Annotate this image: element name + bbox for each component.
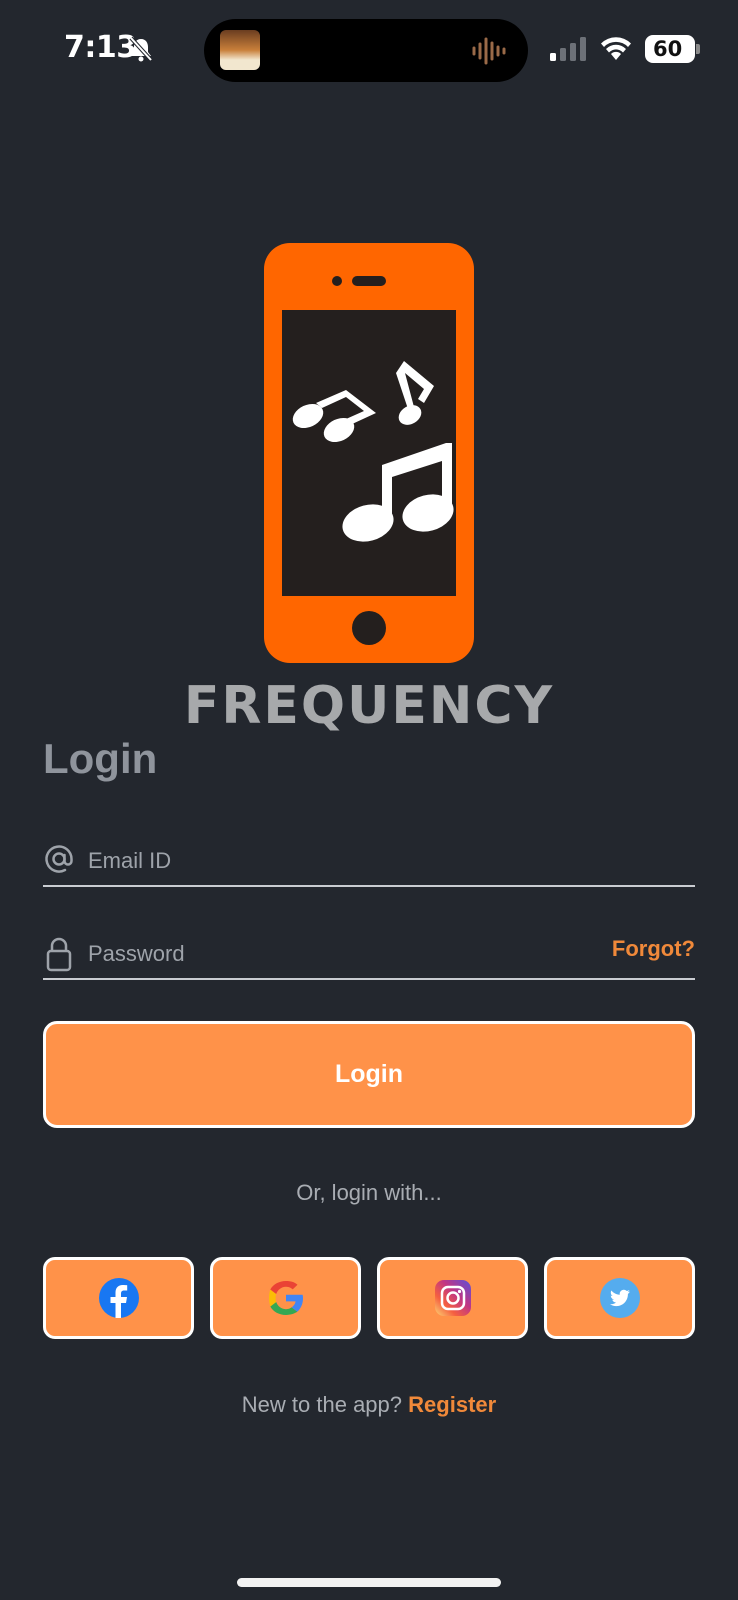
dynamic-island [204, 19, 528, 82]
instagram-icon [434, 1280, 471, 1316]
instagram-login-button[interactable] [377, 1257, 528, 1339]
app-logo-phone [264, 243, 474, 663]
twitter-icon [599, 1278, 640, 1318]
brand-wordmark: FREQUENCY [183, 676, 555, 736]
at-sign-icon [45, 845, 73, 873]
facebook-login-button[interactable] [43, 1257, 194, 1339]
bell-muted-icon [129, 36, 153, 62]
status-time: 7:13 [64, 30, 137, 65]
password-input[interactable] [86, 934, 570, 974]
email-input[interactable] [86, 841, 570, 881]
page-title: Login [43, 735, 158, 782]
email-field [43, 835, 695, 887]
facebook-icon [98, 1278, 139, 1318]
register-prompt: New to the app? Register [0, 1392, 738, 1418]
google-login-button[interactable] [210, 1257, 361, 1339]
twitter-login-button[interactable] [544, 1257, 695, 1339]
social-login-divider-text: Or, login with... [296, 1180, 442, 1205]
login-button[interactable]: Login [43, 1021, 695, 1128]
now-playing-artwork [220, 30, 260, 70]
wifi-icon [601, 37, 631, 60]
audio-waveform-icon [472, 37, 506, 65]
battery-indicator: 60 [645, 35, 695, 63]
battery-cap [696, 44, 700, 54]
home-indicator[interactable] [237, 1578, 501, 1587]
google-icon [268, 1281, 303, 1315]
forgot-password-link[interactable]: Forgot? [612, 936, 695, 962]
cellular-signal-icon [550, 37, 586, 61]
lock-icon [46, 937, 72, 972]
password-field: Forgot? [43, 928, 695, 980]
register-link[interactable]: Register [408, 1392, 496, 1417]
register-prompt-text: New to the app? [241, 1392, 403, 1417]
